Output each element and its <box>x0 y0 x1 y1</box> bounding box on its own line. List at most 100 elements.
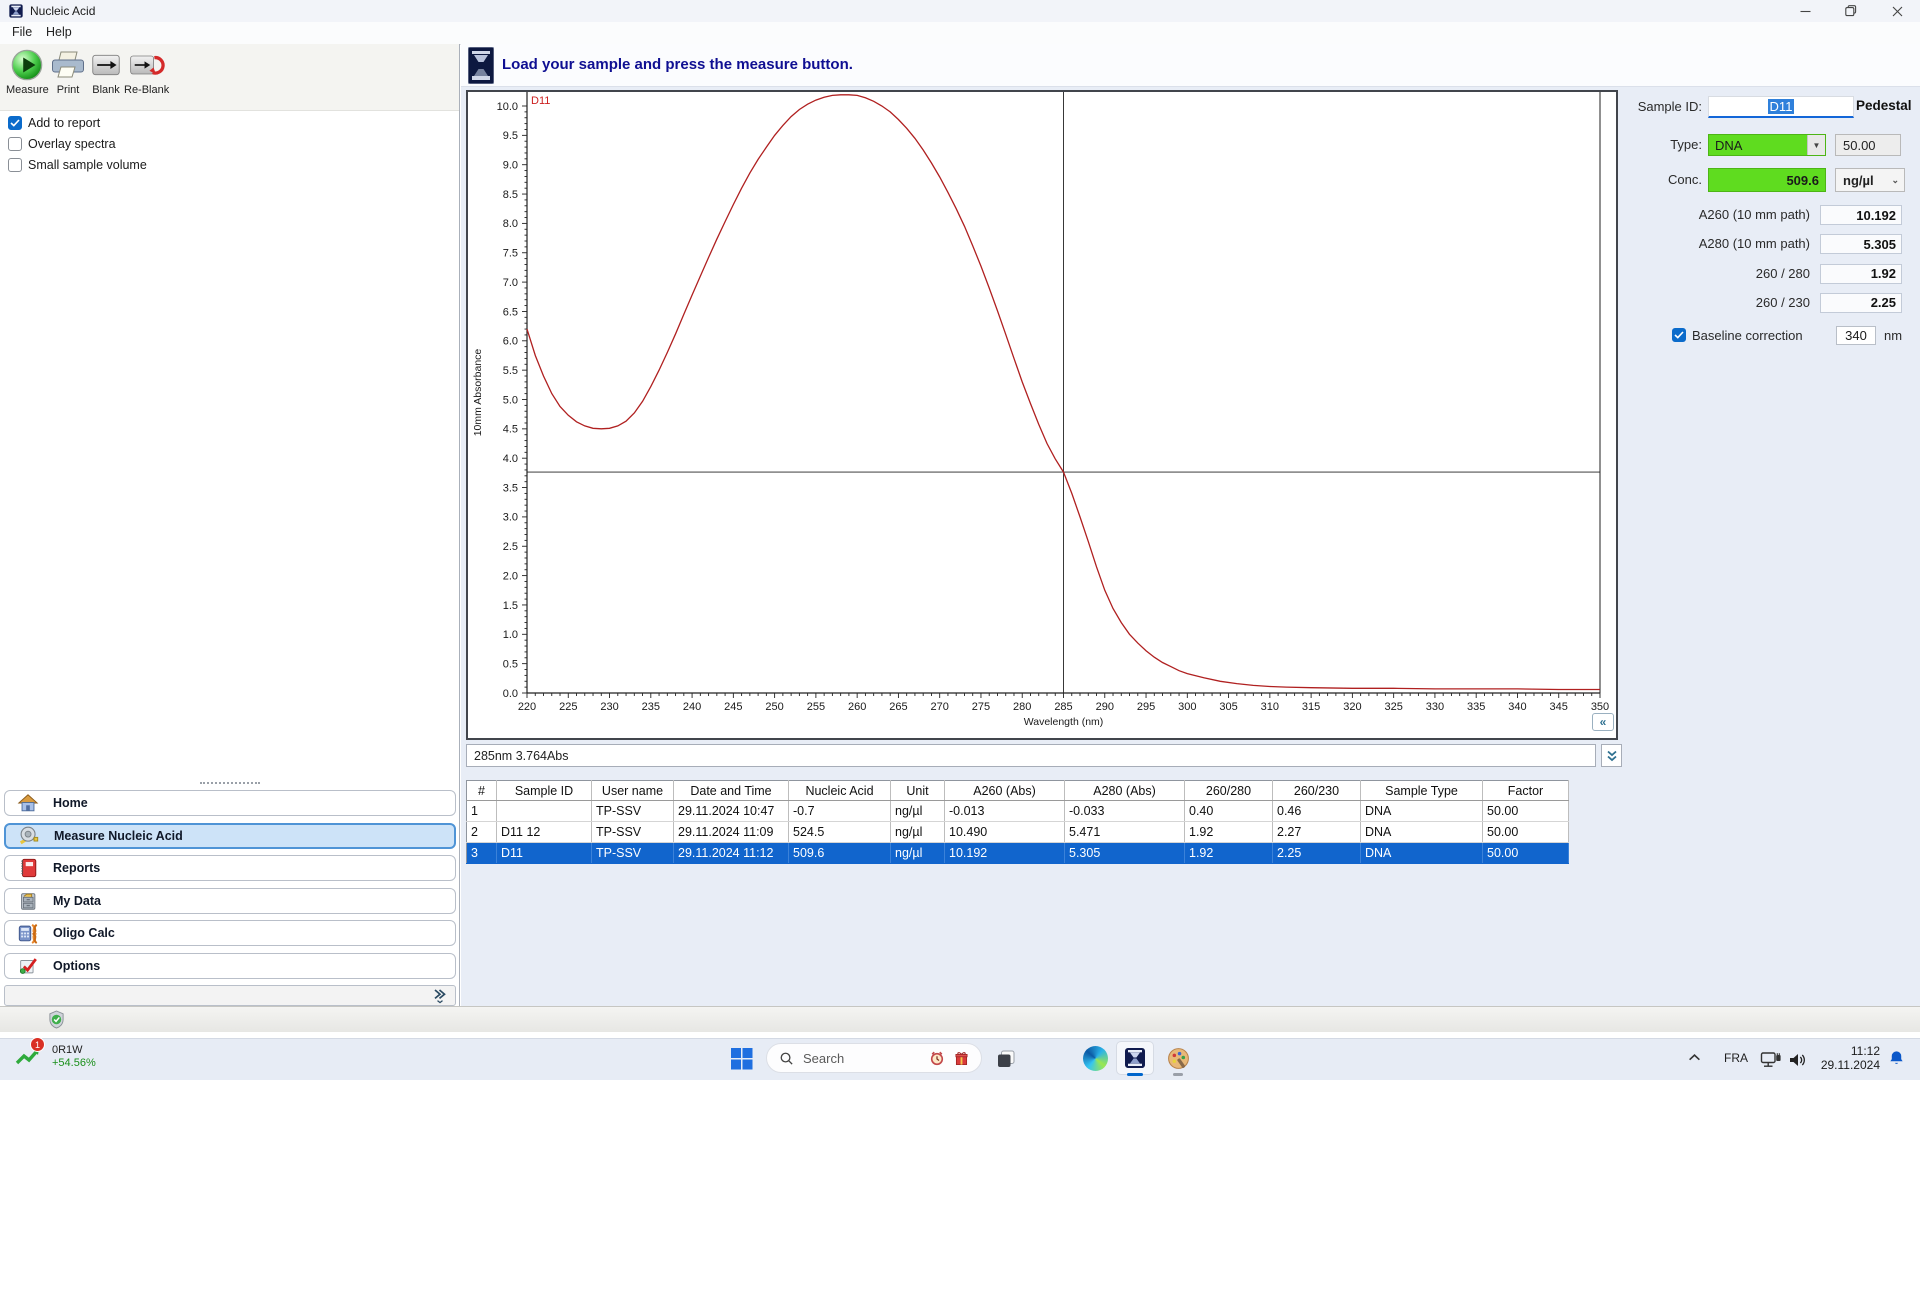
sidebar-item-reports[interactable]: Reports <box>4 855 456 881</box>
splitter-handle[interactable] <box>200 782 260 790</box>
table-cell[interactable]: 50.00 <box>1482 842 1569 864</box>
nucleic-acid-app-tile[interactable] <box>1116 1041 1154 1075</box>
paint-app-icon[interactable] <box>1166 1046 1191 1071</box>
menu-help[interactable]: Help <box>46 25 72 39</box>
table-cell[interactable]: 50.00 <box>1482 821 1569 843</box>
sidebar-item-my-data[interactable]: My Data <box>4 887 456 914</box>
notification-bell-icon[interactable] <box>1888 1049 1905 1067</box>
table-cell[interactable]: 2.27 <box>1272 821 1361 843</box>
table-cell[interactable]: 1.92 <box>1184 821 1273 843</box>
taskbar-overflow-chevron-icon[interactable] <box>1688 1053 1701 1062</box>
table-header-cell[interactable]: User name <box>591 780 674 801</box>
type-value: DNA <box>1715 137 1743 153</box>
minimize-button[interactable] <box>1782 0 1828 22</box>
language-indicator[interactable]: FRA <box>1724 1051 1748 1065</box>
checkbox-row-add-to-report[interactable]: Add to report <box>8 116 100 130</box>
table-header-cell[interactable]: Date and Time <box>673 780 789 801</box>
spectrum-chart[interactable]: 0.0 0.5 1.0 1.5 2.0 2.5 3.0 3.5 4.0 4.5 5.0 5.5 6.0 6… <box>468 92 1616 738</box>
checkbox-row-small-sample-volume[interactable]: Small sample volume <box>8 158 147 172</box>
sidebar-item-measure-nucleic-acid[interactable]: Measure Nucleic Acid <box>4 822 456 849</box>
table-cell[interactable]: ng/µl <box>890 842 945 864</box>
checkbox-row-overlay-spectra[interactable]: Overlay spectra <box>8 137 116 151</box>
table-cell[interactable]: 10.192 <box>944 842 1065 864</box>
sample-id-input[interactable]: D11 <box>1708 96 1854 118</box>
close-button[interactable] <box>1874 0 1920 22</box>
sidebar-item-home[interactable]: Home <box>4 790 456 816</box>
table-cell[interactable]: -0.7 <box>788 800 891 822</box>
task-view-icon[interactable] <box>995 1048 1017 1070</box>
table-header-cell[interactable]: # <box>466 780 497 801</box>
table-cell[interactable]: TP-SSV <box>591 800 674 822</box>
table-header-cell[interactable]: A280 (Abs) <box>1064 780 1185 801</box>
table-cell[interactable]: 29.11.2024 11:12 <box>673 842 789 864</box>
start-button[interactable] <box>730 1047 753 1070</box>
type-dropdown[interactable]: DNA ▼ <box>1708 134 1826 156</box>
mode-label: Pedestal <box>1856 98 1912 113</box>
table-cell[interactable]: ng/µl <box>890 821 945 843</box>
readout-expand-button[interactable] <box>1601 744 1622 767</box>
table-row[interactable]: 2 D11 12 TP-SSV 29.11.2024 11:09 524.5 ng/µl 1… <box>466 821 1569 843</box>
table-cell[interactable]: -0.033 <box>1064 800 1185 822</box>
conc-unit-dropdown[interactable]: ng/µl ⌄ <box>1835 168 1905 192</box>
print-button[interactable]: Print <box>50 47 86 96</box>
table-cell[interactable]: 5.471 <box>1064 821 1185 843</box>
table-cell[interactable]: 0.46 <box>1272 800 1361 822</box>
unchecked-checkbox[interactable] <box>8 158 22 172</box>
table-header-cell[interactable]: Sample Type <box>1360 780 1483 801</box>
sidebar-item-options[interactable]: Options <box>4 952 456 979</box>
re-blank-button[interactable]: Re-Blank <box>124 47 169 96</box>
double-chevron-right-icon[interactable] <box>432 987 447 1004</box>
taskbar-search[interactable]: Search <box>766 1043 982 1073</box>
sidebar-item-oligo-calc[interactable]: Oligo Calc <box>4 920 456 946</box>
baseline-correction-checkbox[interactable] <box>1672 328 1686 342</box>
checked-checkbox[interactable] <box>8 116 22 130</box>
table-cell[interactable]: 1 <box>466 800 497 822</box>
table-cell[interactable]: 5.305 <box>1064 842 1185 864</box>
table-header-cell[interactable]: 260/280 <box>1184 780 1273 801</box>
table-cell[interactable]: 50.00 <box>1482 800 1569 822</box>
restore-button[interactable] <box>1828 0 1874 22</box>
table-cell[interactable] <box>496 800 592 822</box>
table-cell[interactable]: -0.013 <box>944 800 1065 822</box>
svg-text:1.5: 1.5 <box>503 600 518 612</box>
table-cell[interactable]: DNA <box>1360 800 1483 822</box>
table-cell[interactable]: 524.5 <box>788 821 891 843</box>
table-cell[interactable]: 3 <box>466 842 497 864</box>
table-cell[interactable]: TP-SSV <box>591 821 674 843</box>
edge-browser-icon[interactable] <box>1083 1046 1108 1071</box>
table-cell[interactable]: ng/µl <box>890 800 945 822</box>
table-header-cell[interactable]: Unit <box>890 780 945 801</box>
table-row[interactable]: 3 D11 TP-SSV 29.11.2024 11:12 509.6 ng/µl 10.1… <box>466 842 1569 864</box>
table-header-cell[interactable]: Factor <box>1482 780 1569 801</box>
table-row[interactable]: 1 TP-SSV 29.11.2024 10:47 -0.7 ng/µl -0.013 -0… <box>466 800 1569 822</box>
table-cell[interactable]: DNA <box>1360 842 1483 864</box>
table-cell[interactable]: TP-SSV <box>591 842 674 864</box>
taskbar-clock[interactable]: 11:12 29.11.2024 <box>1808 1044 1880 1072</box>
chart-collapse-button[interactable]: « <box>1592 713 1614 731</box>
measure-button[interactable]: Measure <box>6 47 49 96</box>
network-icon[interactable] <box>1760 1051 1782 1069</box>
taskbar-stocks-widget[interactable]: 1 0R1W +54.56% <box>14 1037 96 1071</box>
table-cell[interactable]: 2.25 <box>1272 842 1361 864</box>
baseline-wavelength-input[interactable]: 340 <box>1836 326 1876 345</box>
table-header-cell[interactable]: Sample ID <box>496 780 592 801</box>
volume-icon[interactable] <box>1788 1052 1808 1068</box>
table-cell[interactable]: 29.11.2024 11:09 <box>673 821 789 843</box>
table-cell[interactable]: 1.92 <box>1184 842 1273 864</box>
table-header-cell[interactable]: A260 (Abs) <box>944 780 1065 801</box>
table-cell[interactable]: 509.6 <box>788 842 891 864</box>
table-cell[interactable]: 10.490 <box>944 821 1065 843</box>
table-cell[interactable]: D11 12 <box>496 821 592 843</box>
factor-field[interactable]: 50.00 <box>1835 134 1901 156</box>
blank-button[interactable]: Blank <box>88 47 124 96</box>
sidebar-collapse-bar[interactable] <box>4 985 456 1006</box>
table-header-cell[interactable]: Nucleic Acid <box>788 780 891 801</box>
unchecked-checkbox[interactable] <box>8 137 22 151</box>
table-cell[interactable]: 2 <box>466 821 497 843</box>
table-cell[interactable]: DNA <box>1360 821 1483 843</box>
table-cell[interactable]: D11 <box>496 842 592 864</box>
menu-file[interactable]: File <box>12 25 32 39</box>
table-cell[interactable]: 29.11.2024 10:47 <box>673 800 789 822</box>
table-header-cell[interactable]: 260/230 <box>1272 780 1361 801</box>
table-cell[interactable]: 0.40 <box>1184 800 1273 822</box>
